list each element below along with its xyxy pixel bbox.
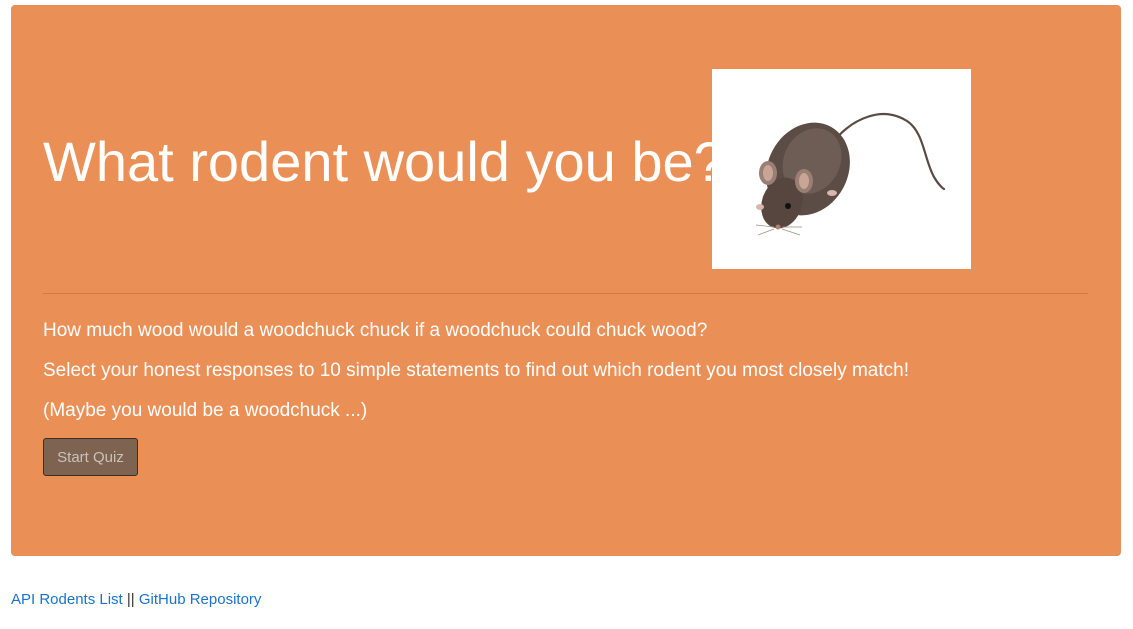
footer-separator: ||	[126, 591, 135, 608]
intro-aside: (Maybe you would be a woodchuck ...)	[43, 400, 368, 421]
jumbotron: What rodent would you be? How much wood …	[11, 5, 1121, 556]
intro-instructions: Select your honest responses to 10 simpl…	[43, 360, 909, 381]
divider	[43, 293, 1088, 294]
github-repository-link[interactable]: GitHub Repository	[139, 591, 262, 608]
footer: API Rodents List || GitHub Repository	[11, 590, 261, 610]
api-rodents-list-link[interactable]: API Rodents List	[11, 591, 123, 608]
start-quiz-button[interactable]: Start Quiz	[43, 438, 138, 476]
intro-question: How much wood would a woodchuck chuck if…	[43, 320, 708, 341]
mouse-icon	[755, 113, 946, 236]
page-title: What rodent would you be?	[43, 130, 725, 193]
mouse-image	[712, 69, 971, 269]
